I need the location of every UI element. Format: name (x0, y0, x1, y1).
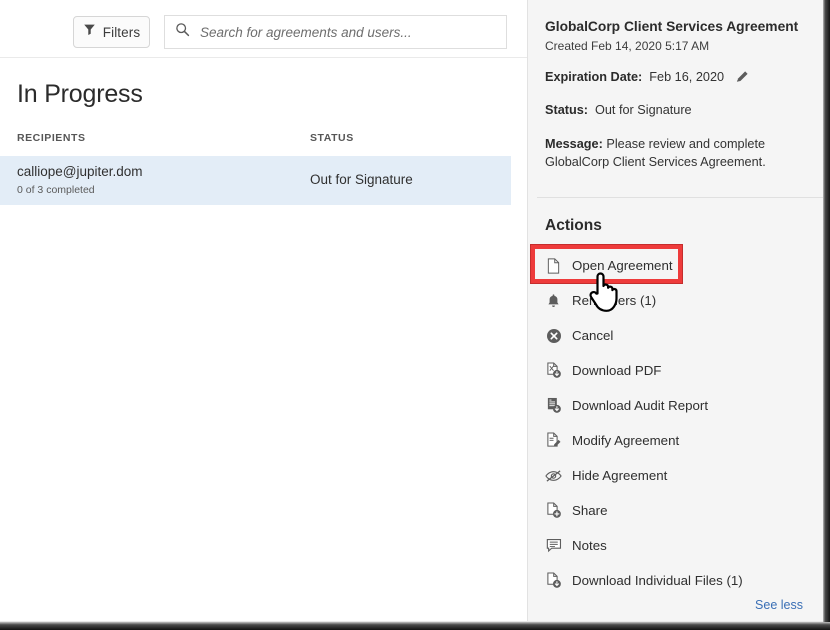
action-modify-agreement[interactable]: Modify Agreement (528, 423, 824, 458)
actions-heading: Actions (545, 217, 602, 235)
row-status: Out for Signature (310, 172, 413, 187)
column-header-status: STATUS (310, 132, 354, 144)
action-download-pdf[interactable]: Download PDF (528, 353, 824, 388)
action-open-agreement[interactable]: Open Agreement (528, 248, 824, 283)
actions-list: Open Agreement Reminders (1) (528, 248, 824, 598)
toolbar: Filters (0, 0, 527, 58)
frame-edge-right (823, 0, 830, 630)
report-download-icon (545, 397, 562, 414)
document-icon (545, 257, 562, 274)
expiration-date-value: Feb 16, 2020 (649, 70, 724, 84)
action-download-individual-files[interactable]: Download Individual Files (1) (528, 563, 824, 598)
action-cancel[interactable]: Cancel (528, 318, 824, 353)
agreement-manage-page: Filters In Progress RECIPIENTS STATUS ca… (0, 0, 830, 630)
action-label: Notes (572, 538, 607, 553)
column-header-recipients: RECIPIENTS (17, 132, 86, 144)
row-progress: 0 of 3 completed (17, 184, 95, 196)
message-label: Message: (545, 137, 603, 151)
funnel-icon (83, 23, 96, 41)
search-box[interactable] (164, 15, 507, 49)
action-label: Cancel (572, 328, 613, 343)
expiration-date-row: Expiration Date: Feb 16, 2020 (545, 70, 749, 84)
row-recipient: calliope@jupiter.dom (17, 164, 143, 179)
see-less-link[interactable]: See less (755, 598, 803, 612)
frame-edge-bottom (0, 622, 830, 630)
agreement-title: GlobalCorp Client Services Agreement (545, 19, 807, 34)
agreement-detail-panel: GlobalCorp Client Services Agreement Cre… (527, 0, 823, 622)
action-label: Reminders (1) (572, 293, 656, 308)
message-row: Message: Please review and complete Glob… (545, 135, 803, 172)
action-label: Open Agreement (572, 258, 673, 273)
document-download-icon (545, 362, 562, 379)
action-reminders[interactable]: Reminders (1) (528, 283, 824, 318)
expiration-date-label: Expiration Date: (545, 70, 642, 84)
action-download-audit-report[interactable]: Download Audit Report (528, 388, 824, 423)
circle-x-icon (545, 327, 562, 344)
action-notes[interactable]: Notes (528, 528, 824, 563)
status-label: Status: (545, 103, 588, 117)
page-title: In Progress (17, 80, 143, 109)
action-share[interactable]: Share (528, 493, 824, 528)
panel-divider (537, 197, 824, 198)
agreements-pane: Filters In Progress RECIPIENTS STATUS ca… (0, 0, 527, 630)
status-row: Status: Out for Signature (545, 103, 692, 117)
filters-button[interactable]: Filters (73, 16, 150, 48)
document-pencil-icon (545, 432, 562, 449)
search-icon (175, 22, 190, 42)
status-value: Out for Signature (595, 103, 692, 117)
action-label: Modify Agreement (572, 433, 679, 448)
document-download-icon (545, 572, 562, 589)
action-label: Share (572, 503, 607, 518)
search-input[interactable] (200, 25, 490, 40)
bell-icon (545, 292, 562, 309)
list-column-headers: RECIPIENTS STATUS (0, 130, 527, 156)
eye-slash-icon (545, 467, 562, 484)
speech-bubble-icon (545, 537, 562, 554)
action-hide-agreement[interactable]: Hide Agreement (528, 458, 824, 493)
action-label: Download PDF (572, 363, 661, 378)
pencil-icon[interactable] (735, 70, 749, 84)
action-label: Hide Agreement (572, 468, 667, 483)
table-row[interactable]: calliope@jupiter.dom 0 of 3 completed Ou… (0, 156, 511, 205)
action-label: Download Individual Files (1) (572, 573, 743, 588)
agreement-created-date: Created Feb 14, 2020 5:17 AM (545, 39, 709, 53)
filters-label: Filters (103, 25, 140, 40)
action-label: Download Audit Report (572, 398, 708, 413)
document-share-icon (545, 502, 562, 519)
